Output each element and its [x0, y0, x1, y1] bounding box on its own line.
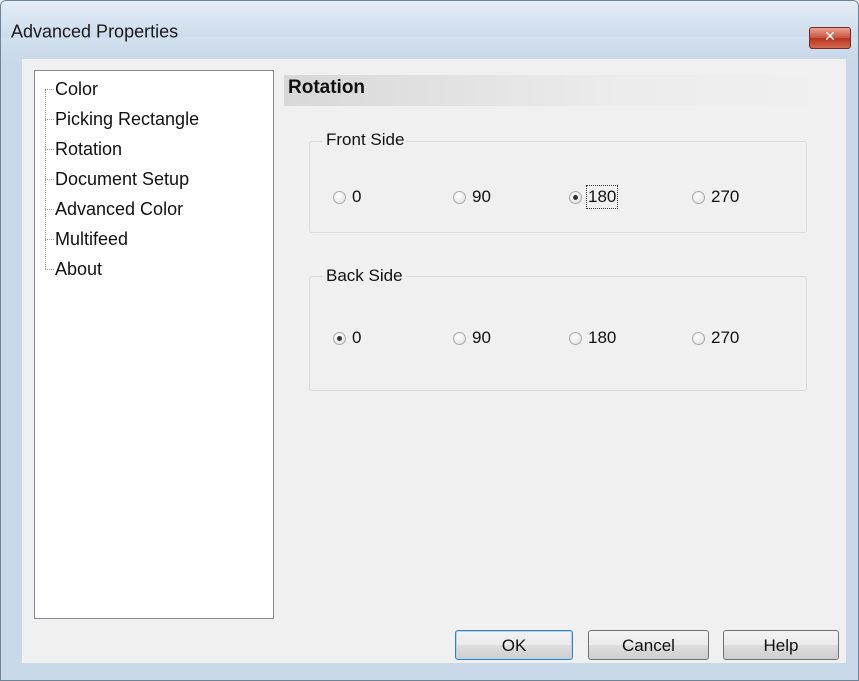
radio-button-selected-icon [569, 190, 582, 204]
radio-button-icon [692, 190, 705, 204]
tree-connector [45, 89, 54, 90]
settings-tree: Color Picking Rectangle Rotation Documen… [34, 70, 274, 619]
section-header: Rotation [284, 75, 846, 106]
tree-item-rotation[interactable]: Rotation [55, 139, 122, 160]
front-radio-180-label: 180 [585, 185, 619, 209]
radio-button-selected-icon [333, 331, 346, 345]
radio-button-icon [569, 331, 582, 345]
dialog-client-area: Color Picking Rectangle Rotation Documen… [22, 59, 846, 663]
close-button[interactable]: ✕ [809, 27, 851, 49]
cancel-button[interactable]: Cancel [588, 630, 709, 660]
window-title: Advanced Properties [11, 21, 179, 42]
radio-button-icon [692, 331, 705, 345]
tree-connector [45, 239, 54, 240]
advanced-properties-window: Advanced Properties ✕ Color Picking Rect… [0, 0, 859, 681]
back-radio-90[interactable]: 90 [453, 328, 491, 348]
tree-item-advanced-color[interactable]: Advanced Color [55, 199, 183, 220]
radio-button-icon [453, 190, 466, 204]
back-side-label: Back Side [323, 266, 406, 286]
front-radio-90[interactable]: 90 [453, 187, 491, 207]
tree-connector [45, 149, 54, 150]
front-radio-270[interactable]: 270 [692, 187, 739, 207]
help-button[interactable]: Help [723, 630, 839, 660]
tree-item-about[interactable]: About [55, 259, 102, 280]
tree-item-picking-rectangle[interactable]: Picking Rectangle [55, 109, 199, 130]
back-radio-270[interactable]: 270 [692, 328, 739, 348]
front-radio-90-label: 90 [472, 187, 491, 206]
radio-button-icon [333, 190, 346, 204]
tree-item-multifeed[interactable]: Multifeed [55, 229, 128, 250]
section-title: Rotation [288, 77, 366, 98]
front-radio-180[interactable]: 180 [569, 185, 619, 209]
tree-connector [45, 209, 54, 210]
tree-connector [45, 179, 54, 180]
front-radio-0[interactable]: 0 [333, 187, 361, 207]
tree-item-document-setup[interactable]: Document Setup [55, 169, 189, 190]
back-radio-180[interactable]: 180 [569, 328, 616, 348]
back-radio-180-label: 180 [588, 328, 617, 347]
tree-item-color[interactable]: Color [55, 79, 98, 100]
front-side-label: Front Side [323, 130, 408, 150]
tree-connector [45, 119, 54, 120]
front-radio-0-label: 0 [352, 187, 362, 206]
back-radio-90-label: 90 [472, 328, 491, 347]
tree-connector [45, 269, 54, 270]
close-icon: ✕ [824, 29, 836, 45]
back-radio-0[interactable]: 0 [333, 328, 361, 348]
title-bar[interactable]: Advanced Properties ✕ [1, 1, 858, 49]
back-radio-0-label: 0 [352, 328, 362, 347]
front-radio-270-label: 270 [711, 187, 740, 206]
radio-button-icon [453, 331, 466, 345]
ok-button[interactable]: OK [455, 630, 573, 660]
back-radio-270-label: 270 [711, 328, 740, 347]
